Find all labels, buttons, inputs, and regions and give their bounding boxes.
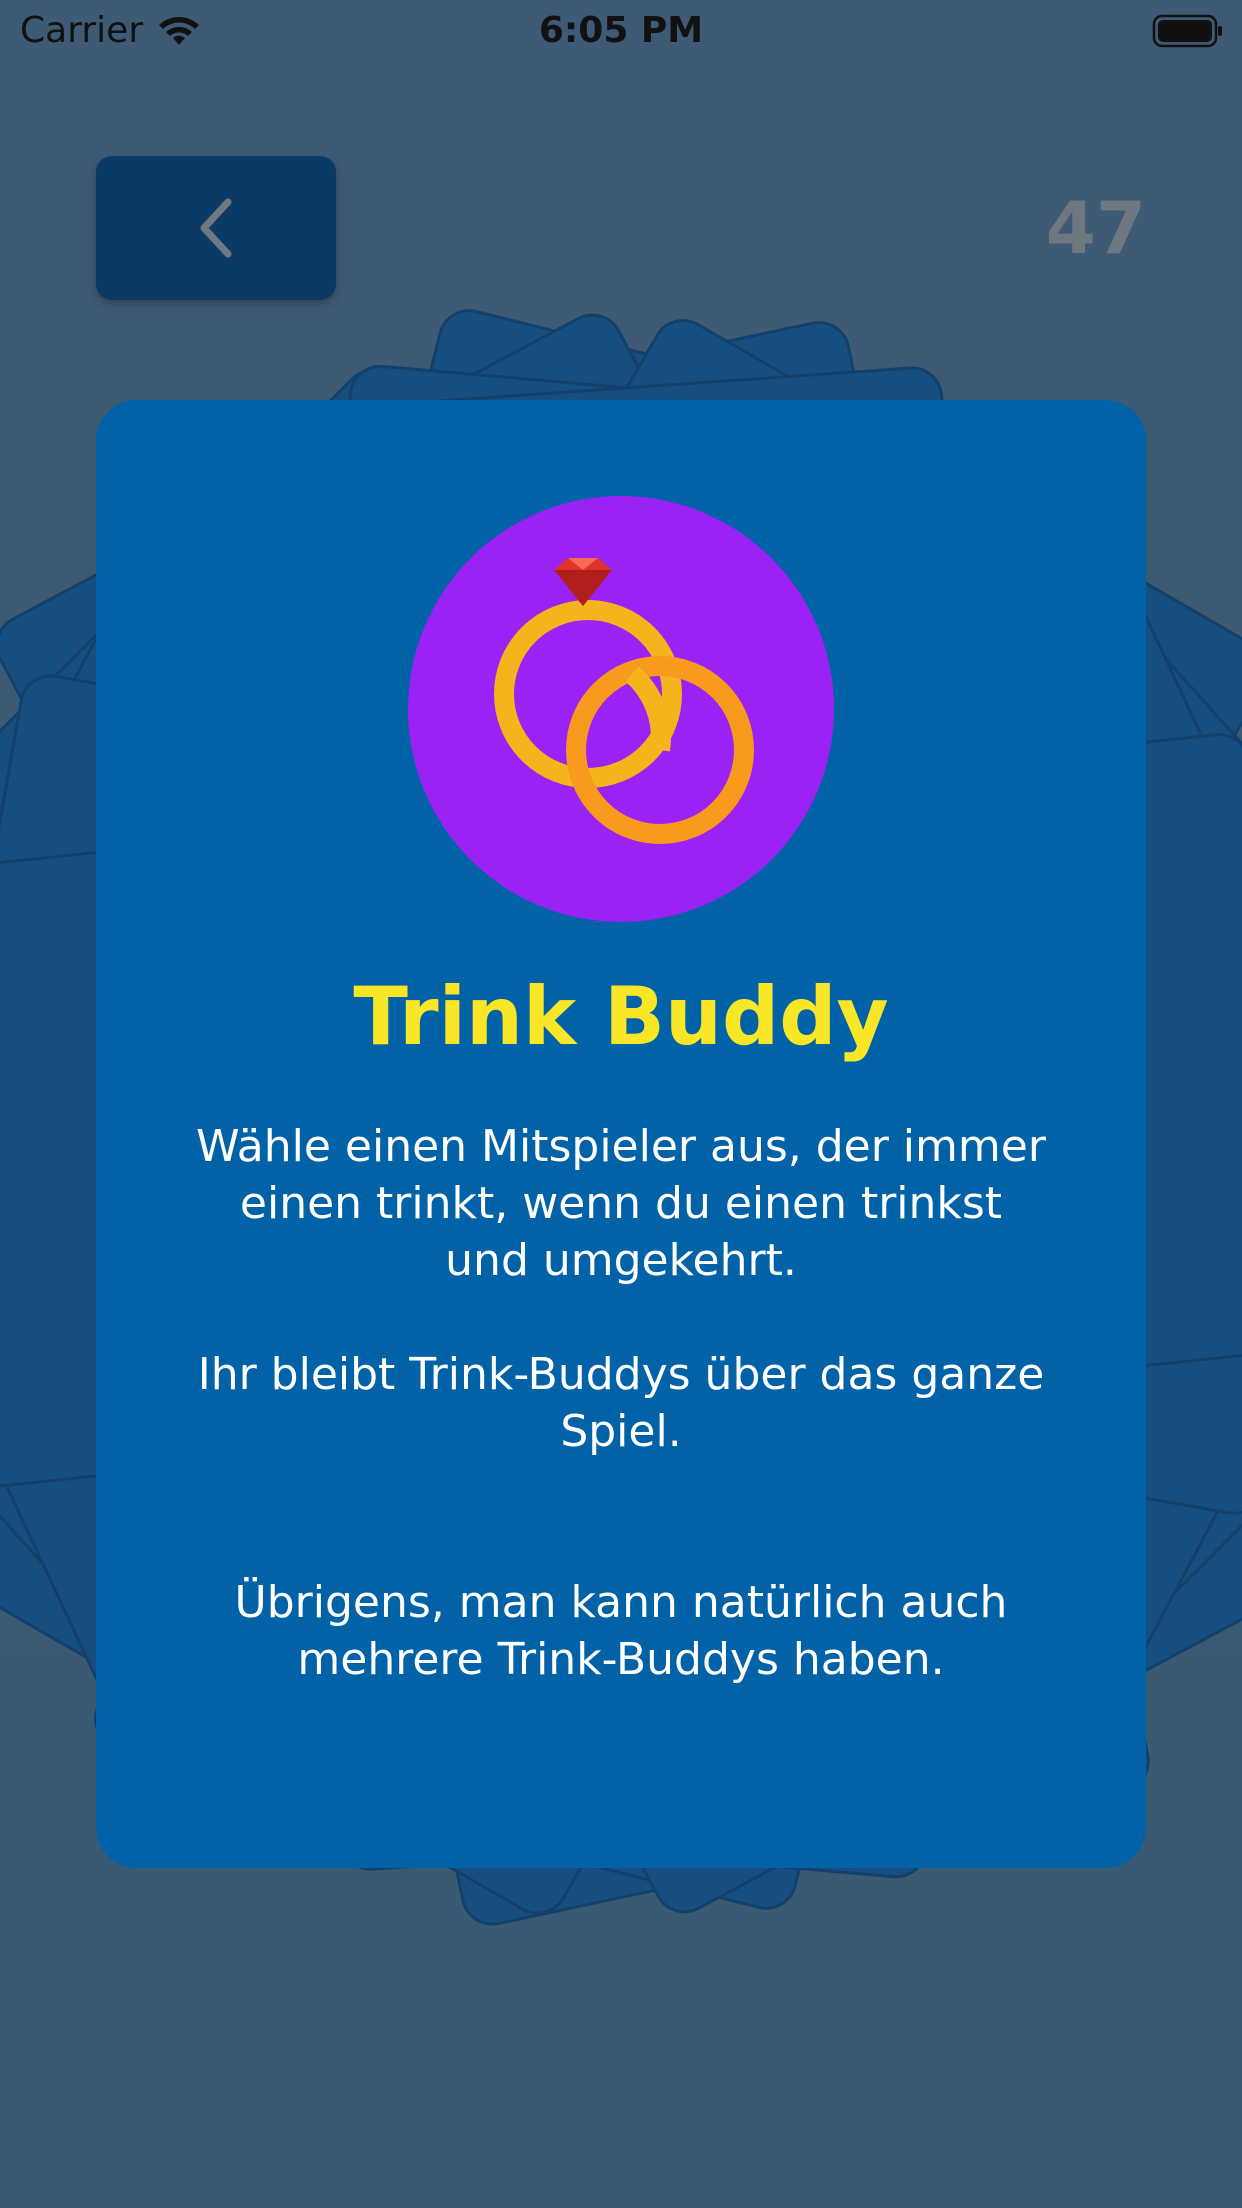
card-title: Trink Buddy [353, 970, 889, 1063]
game-card: Trink Buddy Wähle einen Mitspieler aus, … [96, 400, 1146, 1868]
card-paragraph: Ihr bleibt Trink-Buddys über das ganze S… [197, 1349, 1045, 1457]
card-icon-circle [408, 496, 834, 922]
card-paragraph: Übrigens, man kann natürlich auch mehrer… [234, 1577, 1008, 1685]
chevron-left-icon [200, 198, 232, 258]
back-button[interactable] [96, 156, 336, 300]
card-paragraph: Wähle einen Mitspieler aus, der immer ei… [196, 1121, 1046, 1286]
card-counter: 47 [1045, 186, 1146, 270]
wedding-rings-icon [494, 558, 754, 844]
